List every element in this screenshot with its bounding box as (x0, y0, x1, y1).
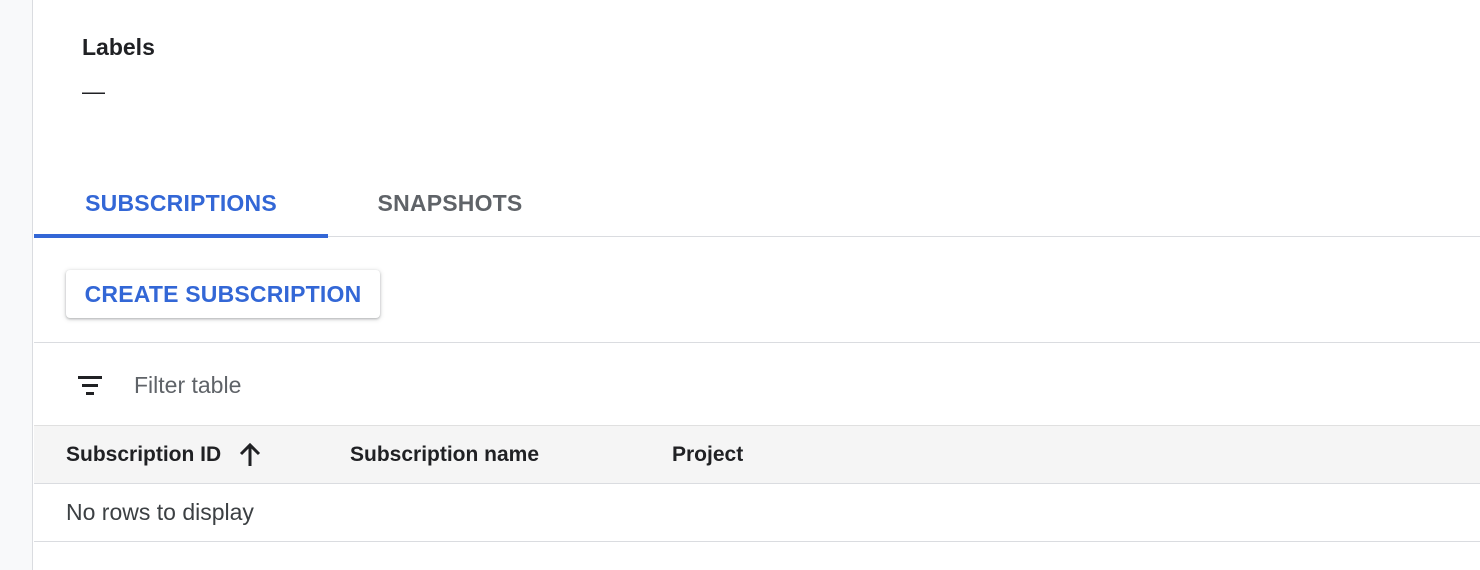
left-panel-edge (0, 0, 33, 570)
column-header-project[interactable]: Project (672, 426, 743, 484)
column-header-label: Project (672, 443, 744, 466)
tab-snapshots[interactable]: SNAPSHOTS (328, 170, 572, 236)
filter-table-input[interactable] (134, 367, 734, 403)
create-subscription-button[interactable]: CREATE SUBSCRIPTION (66, 270, 380, 318)
arrow-upward-icon[interactable] (237, 442, 263, 468)
labels-value: — (82, 78, 105, 104)
tab-subscriptions[interactable]: SUBSCRIPTIONS (34, 170, 328, 238)
column-header-subscription-name[interactable]: Subscription name (350, 426, 539, 484)
table-empty-row: No rows to display (34, 484, 1480, 542)
column-header-label: Subscription name (350, 443, 540, 466)
labels-heading: Labels (82, 34, 155, 60)
filter-bar (34, 342, 1480, 425)
table-header: Subscription ID Subscription name Projec… (34, 425, 1480, 484)
empty-state-message: No rows to display (66, 499, 254, 525)
tab-bar: SUBSCRIPTIONS SNAPSHOTS (34, 170, 1480, 238)
column-header-label: Subscription ID (66, 443, 222, 466)
column-header-subscription-id[interactable]: Subscription ID (66, 426, 263, 484)
filter-list-icon[interactable] (76, 373, 104, 397)
topic-details-content: Labels — SUBSCRIPTIONS SNAPSHOTS CREATE … (34, 0, 1480, 570)
